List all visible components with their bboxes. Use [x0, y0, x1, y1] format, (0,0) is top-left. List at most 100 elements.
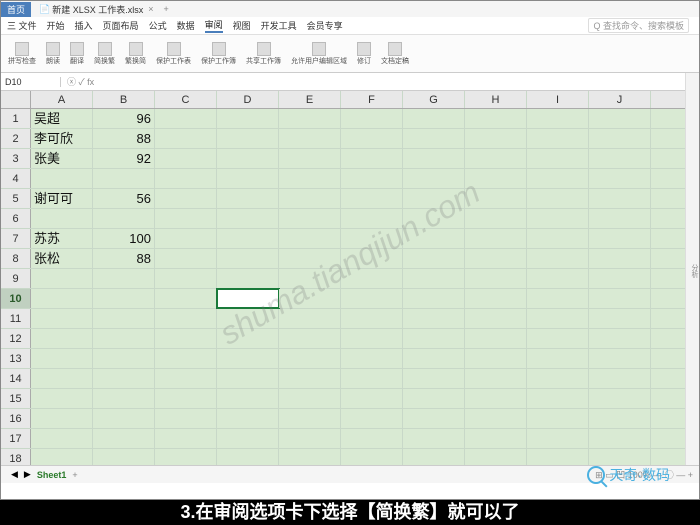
cell[interactable] — [279, 329, 341, 348]
next-sheet-icon[interactable]: ▶ — [24, 469, 31, 480]
cell[interactable] — [217, 189, 279, 208]
cell[interactable] — [465, 249, 527, 268]
cell[interactable] — [155, 129, 217, 148]
cell[interactable] — [527, 409, 589, 428]
cell[interactable] — [589, 269, 651, 288]
cell[interactable] — [403, 289, 465, 308]
cell[interactable] — [403, 349, 465, 368]
cell[interactable] — [279, 229, 341, 248]
cell[interactable] — [217, 389, 279, 408]
cell[interactable] — [527, 369, 589, 388]
cell[interactable] — [155, 209, 217, 228]
cell[interactable]: 88 — [93, 129, 155, 148]
cell[interactable] — [465, 409, 527, 428]
cell[interactable] — [589, 109, 651, 128]
cell[interactable] — [155, 449, 217, 465]
cell[interactable] — [403, 169, 465, 188]
cell[interactable]: 吴超 — [31, 109, 93, 128]
cell[interactable] — [527, 149, 589, 168]
row-header[interactable]: 15 — [1, 389, 31, 408]
row-header[interactable]: 17 — [1, 429, 31, 448]
cell[interactable] — [31, 329, 93, 348]
row-header[interactable]: 5 — [1, 189, 31, 208]
cell[interactable] — [341, 369, 403, 388]
cell[interactable] — [589, 229, 651, 248]
ribbon-button[interactable]: 允许用户编辑区域 — [288, 41, 350, 67]
cell[interactable] — [279, 189, 341, 208]
cell[interactable] — [403, 429, 465, 448]
cell[interactable] — [341, 309, 403, 328]
cell[interactable] — [93, 329, 155, 348]
cell[interactable] — [341, 149, 403, 168]
cell[interactable] — [341, 329, 403, 348]
cell[interactable] — [31, 209, 93, 228]
menu-item[interactable]: 三 文件 — [7, 19, 37, 32]
cell[interactable] — [217, 149, 279, 168]
spreadsheet-grid[interactable]: ABCDEFGHIJ 1吴超962李可欣883张美9245谢可可5667苏苏10… — [1, 91, 699, 465]
cell[interactable] — [527, 349, 589, 368]
cell[interactable] — [465, 169, 527, 188]
cell[interactable] — [217, 169, 279, 188]
cell[interactable] — [217, 409, 279, 428]
cell[interactable] — [93, 429, 155, 448]
column-header[interactable]: H — [465, 91, 527, 108]
cell[interactable] — [465, 369, 527, 388]
cell[interactable] — [93, 409, 155, 428]
cell[interactable] — [31, 389, 93, 408]
ribbon-button[interactable]: 翻译 — [67, 41, 87, 67]
cell[interactable] — [341, 389, 403, 408]
cell[interactable] — [465, 289, 527, 308]
cell[interactable] — [155, 369, 217, 388]
side-panel[interactable]: 分析 — [685, 73, 699, 465]
menu-item[interactable]: 会员专享 — [307, 19, 343, 32]
column-header[interactable]: C — [155, 91, 217, 108]
cell[interactable] — [279, 269, 341, 288]
row-header[interactable]: 1 — [1, 109, 31, 128]
cell[interactable] — [403, 229, 465, 248]
cell[interactable] — [155, 169, 217, 188]
cell[interactable]: 92 — [93, 149, 155, 168]
cell[interactable] — [31, 409, 93, 428]
row-header[interactable]: 2 — [1, 129, 31, 148]
cell[interactable] — [589, 349, 651, 368]
cell[interactable] — [465, 269, 527, 288]
ribbon-button[interactable]: 朗读 — [43, 41, 63, 67]
cell[interactable] — [155, 329, 217, 348]
cell[interactable] — [527, 209, 589, 228]
cell[interactable] — [403, 209, 465, 228]
cell[interactable] — [93, 349, 155, 368]
column-header[interactable]: G — [403, 91, 465, 108]
cell[interactable] — [217, 209, 279, 228]
cell[interactable] — [589, 169, 651, 188]
cell[interactable] — [217, 329, 279, 348]
cell[interactable] — [155, 189, 217, 208]
cell[interactable] — [527, 309, 589, 328]
cell[interactable] — [589, 309, 651, 328]
cell[interactable] — [589, 189, 651, 208]
column-header[interactable]: I — [527, 91, 589, 108]
cell[interactable] — [589, 389, 651, 408]
select-all-corner[interactable] — [1, 91, 31, 108]
cell[interactable] — [465, 109, 527, 128]
cell[interactable] — [527, 449, 589, 465]
prev-sheet-icon[interactable]: ◀ — [11, 469, 18, 480]
cell[interactable] — [527, 229, 589, 248]
cell[interactable] — [279, 109, 341, 128]
cell[interactable]: 张美 — [31, 149, 93, 168]
cell[interactable] — [403, 369, 465, 388]
cell[interactable] — [279, 149, 341, 168]
row-header[interactable]: 13 — [1, 349, 31, 368]
row-header[interactable]: 18 — [1, 449, 31, 465]
cell[interactable] — [465, 349, 527, 368]
cell[interactable] — [341, 229, 403, 248]
cell[interactable] — [465, 129, 527, 148]
cell[interactable] — [403, 389, 465, 408]
sheet-tab-active[interactable]: Sheet1 — [37, 470, 67, 480]
cell[interactable] — [403, 249, 465, 268]
cell[interactable] — [155, 249, 217, 268]
row-header[interactable]: 11 — [1, 309, 31, 328]
cell[interactable] — [279, 309, 341, 328]
cell[interactable] — [341, 169, 403, 188]
cell[interactable] — [93, 449, 155, 465]
column-header[interactable]: D — [217, 91, 279, 108]
